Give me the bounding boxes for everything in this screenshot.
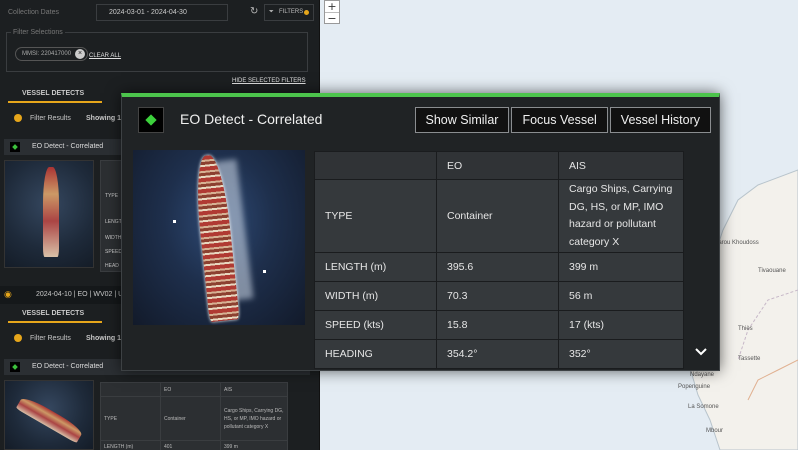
mini-data-table: EO AIS TYPE Container Cargo Ships, Carry… — [100, 382, 288, 450]
table-row: WIDTH (m) 70.3 56 m — [314, 281, 684, 311]
status-icon — [14, 114, 22, 122]
sparkle — [173, 220, 176, 223]
comparison-table: EO AIS TYPE Container Cargo Ships, Carry… — [314, 151, 684, 369]
filter-results-label: Filter Results — [30, 115, 71, 122]
eo-detect-icon — [10, 362, 20, 372]
modal-title: EO Detect - Correlated — [180, 111, 323, 127]
eo-value: 395.6 — [436, 252, 559, 282]
zoom-in-button[interactable]: + — [325, 1, 339, 12]
mini-row-label: TYPE — [105, 193, 119, 199]
tab-vessel-detects[interactable]: VESSEL DETECTS — [22, 90, 84, 97]
town-label: Thiès — [738, 326, 753, 332]
detect-thumbnail[interactable] — [4, 380, 94, 450]
mini-row-label: SPEED — [105, 249, 122, 255]
table-row: HEADING 354.2° 352° — [314, 339, 684, 369]
town-label: Mbour — [706, 428, 724, 434]
sparkle — [263, 270, 266, 273]
mini-row-label: HEAD — [105, 263, 119, 269]
record-label: 2024-04-10 | EO | WV02 | US — [36, 291, 128, 298]
ais-value: 399 m — [558, 252, 684, 282]
filter-chip-label: MMSI: 220417000 — [22, 51, 72, 57]
filter-results-label: Filter Results — [30, 335, 71, 342]
map-zoom-control: + − — [324, 0, 340, 24]
table-row: LENGTH (m) 395.6 399 m — [314, 252, 684, 282]
detect-thumbnail[interactable] — [4, 160, 94, 268]
town-label: Tivaouane — [758, 268, 786, 274]
eo-detect-icon — [10, 142, 20, 152]
modal-action-buttons: Show Similar Focus Vessel Vessel History — [413, 107, 711, 133]
close-icon[interactable]: × — [75, 49, 86, 59]
focus-vessel-button[interactable]: Focus Vessel — [511, 107, 608, 133]
status-icon — [14, 334, 22, 342]
town-label: Ndayane — [690, 372, 715, 378]
filter-funnel-icon: ⏷ — [269, 9, 274, 15]
ais-value: 56 m — [558, 281, 684, 311]
row-label: SPEED (kts) — [314, 310, 437, 340]
table-header-ais: AIS — [558, 151, 684, 180]
mini-eo-value: Container — [160, 396, 221, 441]
active-tab-indicator — [8, 321, 102, 323]
mini-header-eo: EO — [160, 382, 221, 397]
ship-image — [15, 394, 85, 444]
row-label: LENGTH (m) — [314, 252, 437, 282]
showing-count: Showing 1 — [86, 115, 121, 122]
eye-icon[interactable]: ◉ — [4, 289, 12, 300]
refresh-icon[interactable]: ↻ — [250, 6, 258, 17]
eo-value: 354.2° — [436, 339, 559, 369]
table-row: TYPE Container Cargo Ships, Carrying DG,… — [314, 179, 684, 253]
eo-value: 15.8 — [436, 310, 559, 340]
list-item-title: EO Detect - Correlated — [32, 363, 104, 370]
filter-active-dot — [304, 10, 309, 15]
row-label: WIDTH (m) — [314, 281, 437, 311]
mini-row-label: LENGTH (m) — [100, 440, 161, 450]
filter-selections-box: Filter Selections MMSI: 220417000 × CLEA… — [6, 29, 308, 72]
eo-value: 70.3 — [436, 281, 559, 311]
table-row: SPEED (kts) 15.8 17 (kts) — [314, 310, 684, 340]
detect-detail-modal: EO Detect - Correlated Show Similar Focu… — [121, 93, 720, 371]
row-label: TYPE — [314, 179, 437, 253]
clear-all-link[interactable]: CLEAR ALL — [89, 53, 121, 59]
filter-selections-label: Filter Selections — [11, 29, 65, 36]
ship-image — [43, 167, 59, 257]
ais-value: Cargo Ships, Carrying DG, HS, or MP, IMO… — [558, 179, 684, 253]
ais-value: 352° — [558, 339, 684, 369]
show-similar-button[interactable]: Show Similar — [414, 107, 510, 133]
mini-header-ais: AIS — [220, 382, 288, 397]
showing-count: Showing 1 — [86, 335, 121, 342]
tab-vessel-detects[interactable]: VESSEL DETECTS — [22, 310, 84, 317]
active-tab-indicator — [8, 101, 102, 103]
mini-row-label: TYPE — [100, 396, 161, 441]
town-label: Popenguine — [678, 384, 711, 390]
ais-value: 17 (kts) — [558, 310, 684, 340]
town-label: La Somone — [688, 404, 719, 410]
table-header-eo: EO — [436, 151, 559, 180]
filter-chip[interactable]: MMSI: 220417000 × — [15, 47, 89, 61]
mini-ais-value: Cargo Ships, Carrying DG, HS, or MP, IMO… — [220, 396, 288, 441]
mini-row-label: WIDTH — [105, 235, 122, 241]
mini-ais-value: 399 m — [220, 440, 288, 450]
eo-value: Container — [436, 179, 559, 253]
row-label: HEADING — [314, 339, 437, 369]
town-label: Darou Khoudoss — [714, 240, 759, 246]
hide-selected-filters-link[interactable]: HIDE SELECTED FILTERS — [232, 78, 306, 84]
filters-button-label: FILTERS — [279, 9, 304, 15]
chevron-down-icon[interactable] — [695, 346, 707, 358]
date-range-input[interactable]: 2024-03-01 - 2024-04-30 — [96, 4, 228, 21]
zoom-out-button[interactable]: − — [325, 12, 339, 24]
list-item-title: EO Detect - Correlated — [32, 143, 104, 150]
mini-eo-value: 401 — [160, 440, 221, 450]
eo-detect-icon — [138, 107, 164, 133]
town-label: Tassette — [738, 356, 761, 362]
table-header-empty — [314, 151, 437, 180]
filters-button[interactable]: ⏷ FILTERS — [264, 4, 314, 21]
satellite-image[interactable] — [133, 150, 305, 325]
vessel-history-button[interactable]: Vessel History — [609, 107, 711, 133]
date-range-label: Collection Dates — [8, 9, 59, 16]
